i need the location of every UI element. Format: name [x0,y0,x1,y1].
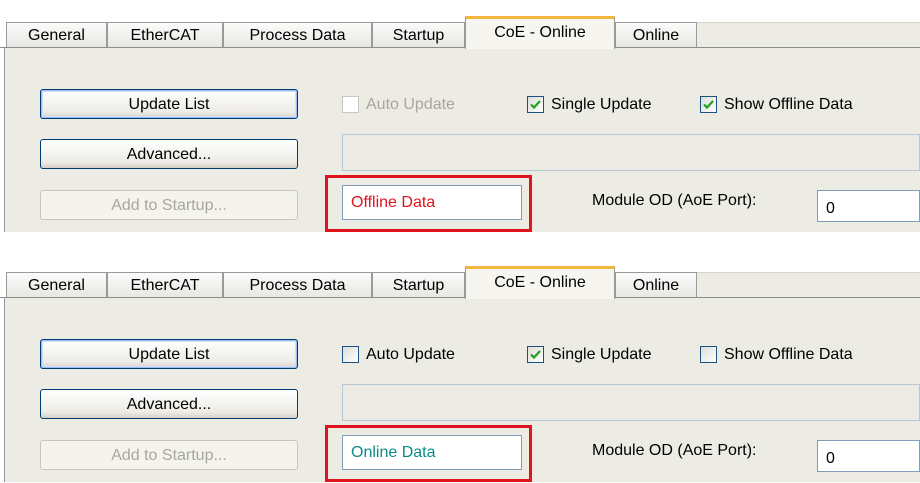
tab-ethercat[interactable]: EtherCAT [107,272,223,297]
checkbox-box[interactable] [700,346,717,363]
checkbox-box[interactable] [527,96,544,113]
checkmark-icon [530,350,541,360]
checkbox-box[interactable] [342,96,359,113]
advanced-button[interactable]: Advanced... [40,139,298,169]
tab-process-data[interactable]: Process Data [223,22,372,47]
coe-panel-offline: General EtherCAT Process Data Startup Co… [0,0,920,232]
show-offline-data-label: Show Offline Data [724,346,853,363]
module-od-input[interactable]: 0 [817,190,920,222]
update-list-button[interactable]: Update List [40,89,298,119]
tab-startup[interactable]: Startup [372,272,465,297]
coe-panel-online: General EtherCAT Process Data Startup Co… [0,250,920,482]
auto-update-label: Auto Update [366,96,455,113]
advanced-button[interactable]: Advanced... [40,389,298,419]
content-border [4,48,5,232]
highlight-box [325,425,532,482]
auto-update-label: Auto Update [366,346,455,363]
checkbox-box[interactable] [342,346,359,363]
highlight-box [325,175,532,232]
checkmark-icon [703,100,714,110]
checkbox-box[interactable] [527,346,544,363]
tab-online[interactable]: Online [615,272,697,297]
tab-ethercat[interactable]: EtherCAT [107,22,223,47]
tab-strip-empty-area [697,22,920,48]
tab-online[interactable]: Online [615,22,697,47]
tab-strip-empty-area [697,272,920,298]
module-od-input[interactable]: 0 [817,440,920,472]
tab-general[interactable]: General [6,22,107,47]
info-field[interactable] [342,384,920,421]
update-list-button[interactable]: Update List [40,339,298,369]
single-update-label: Single Update [551,346,652,363]
tab-strip: General EtherCAT Process Data Startup Co… [0,250,920,300]
tab-process-data[interactable]: Process Data [223,272,372,297]
single-update-label: Single Update [551,96,652,113]
module-od-label: Module OD (AoE Port): [592,192,757,209]
show-offline-data-label: Show Offline Data [724,96,853,113]
tab-general[interactable]: General [6,272,107,297]
tab-startup[interactable]: Startup [372,22,465,47]
checkbox-box[interactable] [700,96,717,113]
add-to-startup-button[interactable]: Add to Startup... [40,190,298,220]
content-border [4,298,5,482]
checkmark-icon [530,100,541,110]
info-field[interactable] [342,134,920,171]
add-to-startup-button[interactable]: Add to Startup... [40,440,298,470]
tab-coe-online[interactable]: CoE - Online [465,266,615,299]
tab-strip: General EtherCAT Process Data Startup Co… [0,0,920,50]
tab-coe-online[interactable]: CoE - Online [465,16,615,49]
module-od-label: Module OD (AoE Port): [592,442,757,459]
